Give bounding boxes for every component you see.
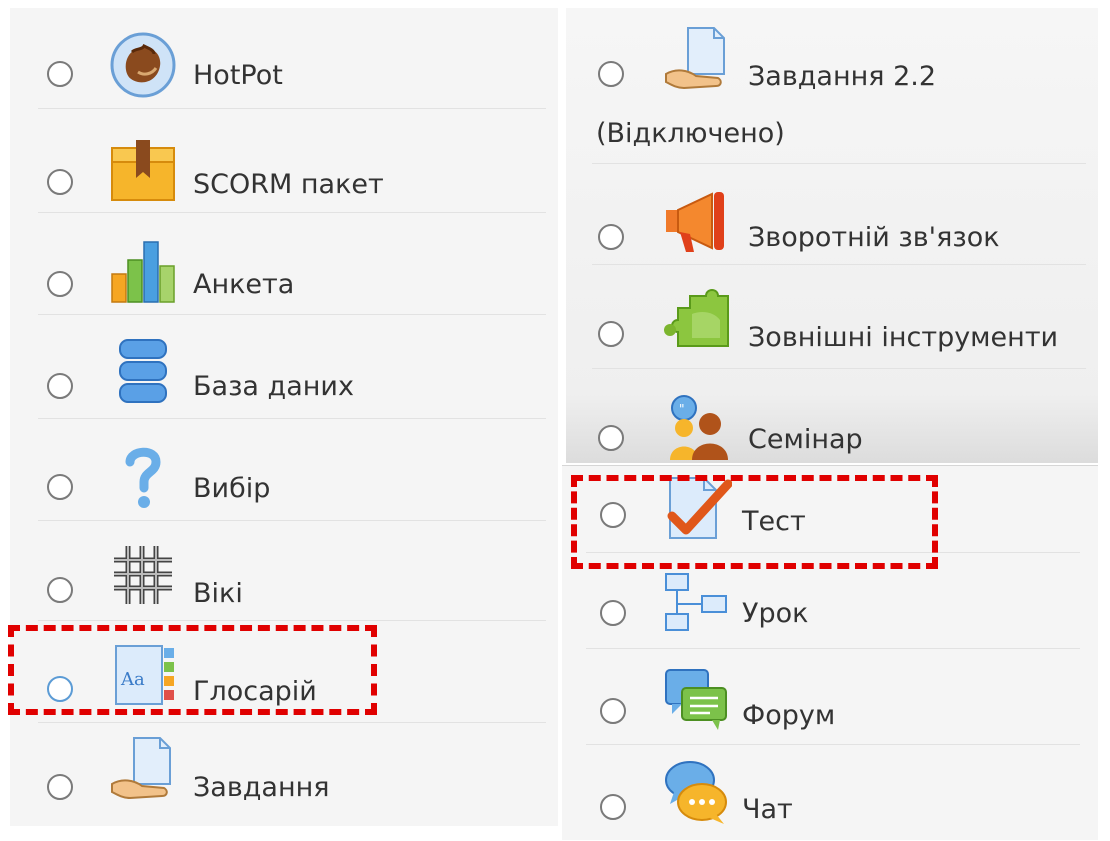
lesson-flowchart-icon	[665, 573, 727, 631]
assignment-icon	[665, 27, 725, 90]
activity-option-assignment-2-2[interactable]: Завдання 2.2 (Відключено)	[566, 8, 1098, 164]
divider	[592, 264, 1086, 265]
activity-option-chat[interactable]: Чат	[562, 744, 1098, 840]
scorm-package-icon	[111, 140, 175, 201]
divider	[38, 418, 546, 419]
activity-label: Вікі	[193, 578, 243, 609]
divider	[38, 722, 546, 723]
activity-label: Чат	[742, 794, 793, 825]
activity-label: Форум	[742, 700, 836, 731]
activity-option-workshop[interactable]: " Семінар	[566, 368, 1098, 463]
activity-label: Вибір	[193, 473, 271, 504]
activity-option-survey[interactable]: Анкета	[10, 214, 558, 316]
activity-label: Семінар	[748, 424, 863, 455]
activity-option-feedback[interactable]: Зворотній зв'язок	[566, 164, 1098, 266]
activity-option-assignment[interactable]: Завдання	[10, 724, 558, 826]
radio-button[interactable]	[598, 425, 624, 451]
puzzle-icon	[664, 289, 729, 347]
megaphone-icon	[666, 192, 724, 252]
radio-button[interactable]	[600, 698, 626, 724]
forum-icon	[665, 669, 727, 730]
highlight-frame-glossary	[8, 625, 377, 715]
activity-label: Завдання	[193, 772, 330, 803]
divider	[38, 314, 546, 315]
divider	[38, 620, 546, 621]
activity-option-wiki[interactable]: Вікі	[10, 522, 558, 624]
activity-label: Анкета	[193, 269, 295, 300]
radio-button[interactable]	[47, 373, 73, 399]
radio-button[interactable]	[47, 61, 73, 87]
radio-button[interactable]	[598, 61, 624, 87]
wiki-icon	[114, 546, 172, 604]
activity-label: Завдання 2.2	[748, 61, 937, 92]
survey-chart-icon	[111, 241, 175, 303]
activity-option-external-tool[interactable]: Зовнішні інструменти	[566, 266, 1098, 369]
activity-label: HotPot	[193, 60, 283, 91]
activity-label: База даних	[193, 371, 354, 402]
svg-text:": "	[679, 402, 685, 416]
activity-option-scorm[interactable]: SCORM пакет	[10, 112, 558, 214]
divider	[38, 108, 546, 109]
activity-option-database[interactable]: База даних	[10, 316, 558, 420]
activity-label: SCORM пакет	[193, 169, 384, 200]
activity-label: Зовнішні інструменти	[748, 322, 1059, 353]
radio-button[interactable]	[598, 224, 624, 250]
assignment-icon	[111, 737, 171, 800]
radio-button[interactable]	[47, 169, 73, 195]
activity-label: Урок	[742, 598, 809, 629]
activity-disabled-note: (Відключено)	[596, 118, 785, 149]
hotpot-icon	[110, 32, 176, 98]
activity-option-forum[interactable]: Форум	[562, 648, 1098, 745]
divider	[38, 212, 546, 213]
highlight-frame-quiz	[571, 475, 938, 569]
activity-option-hotpot[interactable]: HotPot	[10, 8, 558, 112]
question-mark-icon	[125, 447, 161, 508]
workshop-people-icon: "	[670, 395, 728, 460]
activity-label: Зворотній зв'язок	[748, 222, 1000, 253]
radio-button[interactable]	[600, 794, 626, 820]
activity-option-choice[interactable]: Вибір	[10, 420, 558, 522]
radio-button[interactable]	[47, 577, 73, 603]
activity-option-lesson[interactable]: Урок	[562, 556, 1098, 649]
radio-button[interactable]	[47, 271, 73, 297]
activity-list-right-top: Завдання 2.2 (Відключено) Зворотній зв'я…	[566, 8, 1098, 463]
radio-button[interactable]	[598, 321, 624, 347]
database-icon	[119, 339, 167, 403]
radio-button[interactable]	[600, 600, 626, 626]
divider	[38, 520, 546, 521]
chat-bubbles-icon	[665, 761, 727, 824]
radio-button[interactable]	[47, 474, 73, 500]
radio-button[interactable]	[47, 774, 73, 800]
